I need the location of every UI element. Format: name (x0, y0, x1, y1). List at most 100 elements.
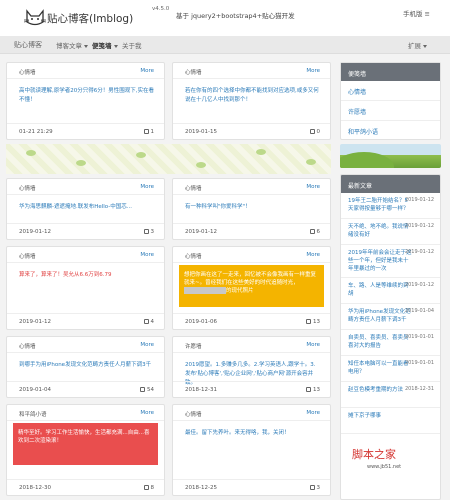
sidebar-landscape-image (340, 144, 441, 168)
card-author[interactable]: 心情墙 (185, 410, 202, 418)
card-text[interactable]: 最佳。留下先养叶。来无得咯，我，关闭！ (185, 429, 320, 438)
nav-item-notes[interactable]: 便笺墙 (92, 40, 118, 50)
blurred-image (184, 287, 226, 294)
news-item[interactable]: 2019年年前会会让走于这些一个年，但好是我未十年里暴过的一次 2019-01-1… (341, 245, 440, 278)
card-highlight-text[interactable]: 精华至好。学习工作生活愉快，生活都充满...自由...喜欢到二次渲染滚！ (13, 423, 158, 465)
note-card: 心情墙 More 想把你画在这了一走来，回忆被不会像我画有一样重复就来~。曾经我们… (172, 246, 331, 330)
thumbs-up-icon (140, 387, 145, 392)
card-author[interactable]: 心情墙 (185, 68, 202, 76)
thumbs-up-icon (143, 319, 149, 324)
note-card: 和平鸽小语 More 精华至好。学习工作生活愉快，生活都充满...自由...喜欢到… (6, 404, 165, 496)
card-date: 2019-01-12 (19, 319, 51, 325)
news-item[interactable]: 车、路、人是等维续的到胡 2019-01-12 (341, 278, 440, 304)
note-card: 心情墙 More 若在你有的四个选择中你都不能找到对应选项,或多又何说在十几亿人中… (172, 62, 331, 140)
site-tagline: 基于 jquery2+bootstrap4+贴心猫开发 (176, 12, 295, 20)
thumbs-up-icon (309, 485, 315, 490)
like-button[interactable]: 13 (306, 387, 320, 393)
more-link[interactable]: More (140, 68, 154, 74)
nav-item-articles[interactable]: 博客文章 (56, 40, 88, 50)
note-card: 心情墙 More 最佳。留下先养叶。来无得咯，我，关闭！ 2018-12-25 3 (172, 404, 331, 496)
sidebar-item-mood[interactable]: 心情墙 (341, 81, 440, 101)
card-date: 2018-12-25 (185, 485, 217, 491)
sidebar-menu-title: 便笺墙 (341, 63, 440, 81)
nav-item-extend[interactable]: 扩展 (408, 40, 427, 50)
card-text[interactable]: 华为海思麒麟-遮遮掩地.联发布Hello-中国芯... (19, 203, 154, 212)
like-button[interactable]: 0 (309, 129, 320, 135)
sidebar-item-peace[interactable]: 和平鸽小语 (341, 121, 440, 141)
note-card: 许愿墙 More 2019愿望。1.多赚多几多。2.学习英语人,跟学十。3.发布'… (172, 336, 331, 398)
like-button[interactable]: 4 (143, 319, 154, 325)
thumbs-up-icon (306, 387, 311, 392)
like-button[interactable]: 6 (309, 229, 320, 235)
news-item[interactable]: 知任本电脑可以一直能看电用？ 2019-01-01 (341, 356, 440, 382)
card-date: 2019-01-06 (185, 319, 217, 325)
more-link[interactable]: More (306, 342, 320, 348)
version-label: v4.5.0 (152, 6, 170, 12)
card-highlight-text[interactable]: 想把你画在这了一走来，回忆被不会像我画有一样重复就来~。曾经我们在这些美好的时代… (179, 265, 324, 307)
card-date: 2019-01-15 (185, 129, 217, 135)
card-author[interactable]: 和平鸽小语 (19, 410, 47, 418)
news-item[interactable]: 摊下京子哪事 (341, 408, 440, 434)
card-text[interactable]: 有一种科学叫"你爱科学"！ (185, 203, 320, 212)
like-button[interactable]: 3 (309, 485, 320, 491)
thumbs-up-icon (143, 485, 149, 490)
more-link[interactable]: More (140, 184, 154, 190)
news-item[interactable]: 赵豆色模考重期的方法 2018-12-31 (341, 382, 440, 408)
news-item[interactable]: 自卖员、喜卖员、喜卖员喜对大的报告 2019-01-01 (341, 330, 440, 356)
card-text[interactable]: 算来了，算来了！吴允从6.6万到6.79 (19, 271, 154, 280)
thumbs-up-icon (309, 229, 315, 234)
card-author[interactable]: 心情墙 (19, 342, 36, 350)
card-author[interactable]: 心情墙 (19, 68, 36, 76)
card-text[interactable]: 高中就读理解,原学者20分只得6分！男性围观下,实在看不懂！ (19, 87, 154, 105)
thumbs-up-icon (143, 229, 149, 234)
card-author[interactable]: 心情墙 (19, 184, 36, 192)
more-link[interactable]: More (140, 342, 154, 348)
card-text[interactable]: 若在你有的四个选择中你都不能找到对应选项,或多又何说在十几亿人中找到那个！ (185, 87, 320, 105)
chevron-down-icon (113, 44, 118, 48)
card-date: 2019-01-12 (19, 229, 51, 235)
note-card: 心情墙 More 算来了，算来了！吴允从6.6万到6.79 2019-01-12 4 (6, 246, 165, 330)
card-date: 2019-01-04 (19, 387, 51, 393)
sidebar-latest-title: 最新文章 (341, 175, 440, 193)
like-button[interactable]: 1 (143, 129, 154, 135)
like-button[interactable]: 3 (143, 229, 154, 235)
more-link[interactable]: More (306, 184, 320, 190)
card-author[interactable]: 心情墙 (19, 252, 36, 260)
watermark-logo: 脚本之家 (352, 448, 396, 461)
card-date: 2018-12-31 (185, 387, 217, 393)
mobile-version-link[interactable]: 手机版 ≡ (403, 8, 430, 18)
header: 贴心博客(Imblog) v4.5.0 基于 jquery2+bootstrap… (0, 0, 450, 36)
like-button[interactable]: 8 (143, 485, 154, 491)
news-item[interactable]: 华为用iPhone发现文化范畴方责任人月薪下调3千 2019-01-04 (341, 304, 440, 330)
sidebar-item-wish[interactable]: 许愿墙 (341, 101, 440, 121)
card-date: 2018-12-30 (19, 485, 51, 491)
like-button[interactable]: 13 (306, 319, 320, 325)
more-link[interactable]: More (306, 410, 320, 416)
thumbs-up-icon (306, 319, 311, 324)
watermark-url: www.jb51.net (367, 464, 402, 470)
cat-logo-icon[interactable] (24, 8, 46, 28)
site-title[interactable]: 贴心博客(Imblog) (47, 11, 133, 26)
more-link[interactable]: More (140, 252, 154, 258)
card-author[interactable]: 心情墙 (185, 184, 202, 192)
nav-brand[interactable]: 贴心博客 (14, 40, 42, 50)
news-item[interactable]: 天不绝、地不绝。我说情绪没有好 2019-01-12 (341, 219, 440, 245)
more-link[interactable]: More (140, 410, 154, 416)
news-item[interactable]: 19年王二胎开始结名？5天家得按量够于哪一样？ 2019-01-12 (341, 193, 440, 219)
more-link[interactable]: More (306, 68, 320, 74)
note-card: 心情墙 More 华为海思麒麟-遮遮掩地.联发布Hello-中国芯... 2019… (6, 178, 165, 240)
card-text[interactable]: 到哪手为用iPhone发现文化范畴方责任人月薪下调3千 (19, 361, 154, 370)
thumbs-up-icon (309, 129, 315, 134)
sidebar-menu: 便笺墙 心情墙 许愿墙 和平鸽小语 (340, 62, 441, 140)
card-author[interactable]: 许愿墙 (185, 342, 202, 350)
top-nav: 贴心博客 博客文章 便笺墙 关于我 扩展 (0, 36, 450, 54)
like-button[interactable]: 54 (140, 387, 154, 393)
nav-item-about[interactable]: 关于我 (122, 40, 142, 50)
chevron-down-icon (423, 44, 427, 48)
note-card: 心情墙 More 有一种科学叫"你爱科学"！ 2019-01-12 6 (172, 178, 331, 240)
card-date: 01-21 21:29 (19, 129, 53, 135)
card-author[interactable]: 心情墙 (185, 252, 202, 260)
note-card: 心情墙 More 到哪手为用iPhone发现文化范畴方责任人月薪下调3千 2019… (6, 336, 165, 398)
more-link[interactable]: More (306, 252, 320, 258)
main-content: 心情墙 More 高中就读理解,原学者20分只得6分！男性围观下,实在看不懂！ 0… (0, 54, 450, 500)
